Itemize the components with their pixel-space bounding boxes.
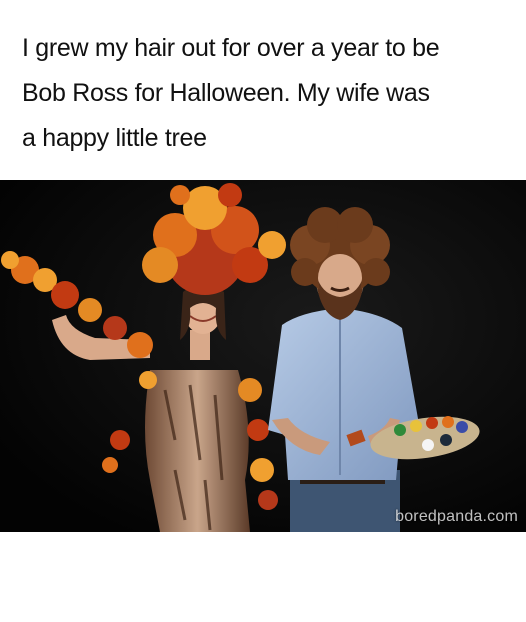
- caption-line-1: I grew my hair out for over a year to be: [22, 34, 440, 62]
- costume-photo: boredpanda.com: [0, 180, 526, 532]
- meme-caption: I grew my hair out for over a year to be…: [22, 26, 512, 161]
- photo-illustration: [0, 180, 526, 532]
- watermark: boredpanda.com: [395, 508, 518, 525]
- caption-line-2: Bob Ross for Halloween. My wife was: [22, 79, 430, 107]
- caption-line-3: a happy little tree: [22, 124, 207, 152]
